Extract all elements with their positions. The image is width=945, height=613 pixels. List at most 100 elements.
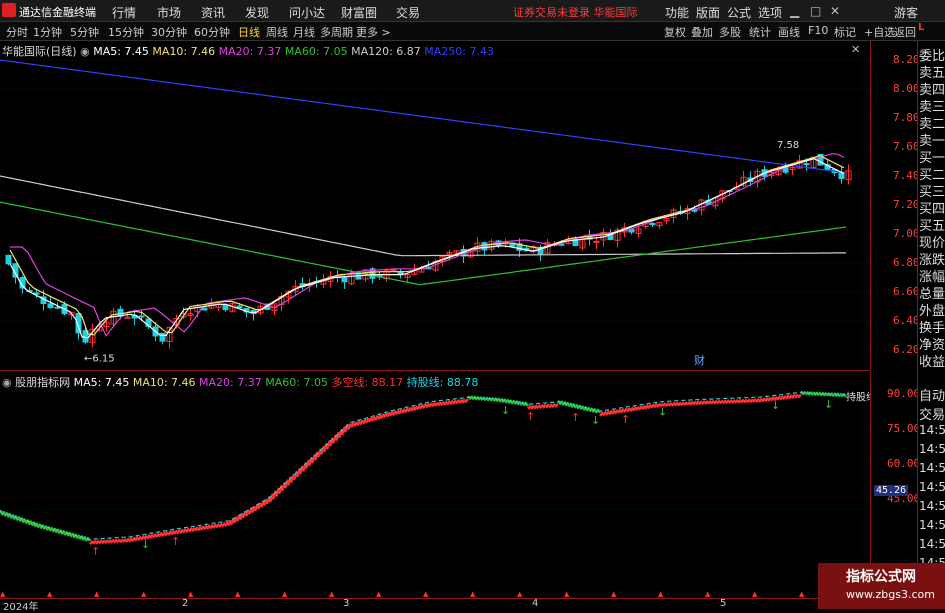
buy-arrow: ↑ bbox=[526, 410, 535, 423]
indicator-settings-icon[interactable]: ◉ bbox=[80, 45, 90, 58]
tool-mark[interactable]: 标记 bbox=[834, 24, 856, 40]
period-multi[interactable]: 多周期 bbox=[320, 24, 353, 40]
menu-ask[interactable]: 问小达 bbox=[289, 4, 325, 21]
indicator-bar bbox=[122, 538, 127, 544]
indicator-panel[interactable]: ↑ ↓ ↑ ↓ ↑ ↑ ↓ ↑ ↓ ↓ ↓ 持股线 ▲ ▲ ▲ ▲ ▲ ▲ ▲ ▲ ▲ ▲ ▲ ▲ ▲ ▲ ▲ ▲ ▲ ▲ ◉ 股朋指标网… bbox=[0, 372, 870, 598]
indicator-chart[interactable]: ↑ ↓ ↑ ↓ ↑ ↑ ↓ ↑ ↓ ↓ ↓ 持股线 ▲ ▲ ▲ ▲ ▲ ▲ ▲ ▲ ▲ ▲ ▲ ▲ ▲ ▲ ▲ ▲ ▲ ▲ bbox=[0, 372, 870, 598]
menu-trade[interactable]: 交易 bbox=[396, 4, 420, 21]
buy-arrow: ↑ bbox=[621, 413, 630, 426]
price-tick: 6.40 bbox=[893, 314, 920, 327]
menu-quotes[interactable]: 行情 bbox=[112, 4, 136, 21]
indicator-bar bbox=[440, 400, 445, 407]
menu-news[interactable]: 资讯 bbox=[201, 4, 225, 21]
period-daily[interactable]: 日线 bbox=[238, 24, 260, 40]
signal-mark: ▲ bbox=[282, 590, 288, 598]
guest-user[interactable]: 游客 bbox=[894, 4, 918, 21]
indicator-bar bbox=[791, 393, 796, 400]
indicator-bar bbox=[686, 400, 691, 406]
indicator-bar bbox=[104, 539, 109, 545]
menu-function[interactable]: 功能 bbox=[665, 4, 689, 21]
app-title: 通达信金融终端 bbox=[19, 6, 96, 19]
tool-adjust[interactable]: 复权 bbox=[664, 24, 686, 40]
main-kline-panel[interactable]: 7.58 ←6.15 财 华能国际(日线) ◉ MA5: 7.45 MA10: 7.… bbox=[0, 41, 870, 371]
indicator-settings-icon[interactable]: ◉ bbox=[2, 376, 12, 389]
signal-mark: ▲ bbox=[47, 590, 53, 598]
period-60min[interactable]: 60分钟 bbox=[194, 24, 230, 40]
indicator-bar bbox=[154, 532, 161, 538]
signal-mark: ▲ bbox=[752, 590, 758, 598]
login-notice[interactable]: 证券交易未登录 华能国际 bbox=[513, 4, 638, 20]
finance-marker: 财 bbox=[694, 353, 705, 367]
indicator-bar bbox=[491, 396, 496, 402]
indicator-bar bbox=[752, 398, 757, 404]
indicator-bar bbox=[683, 401, 688, 407]
indicator-tick: 90.00 bbox=[887, 387, 921, 400]
indicator-bar bbox=[701, 400, 706, 406]
period-15min[interactable]: 15分钟 bbox=[108, 24, 144, 40]
menu-formula[interactable]: 公式 bbox=[727, 4, 751, 21]
signal-mark: ▲ bbox=[564, 590, 570, 598]
period-5min[interactable]: 5分钟 bbox=[70, 24, 99, 40]
menu-discover[interactable]: 发现 bbox=[245, 4, 269, 21]
tool-f10[interactable]: F10 bbox=[808, 24, 828, 37]
indicator-bar bbox=[151, 532, 158, 539]
panel-l-icon[interactable]: L bbox=[918, 22, 924, 33]
menu-options[interactable]: 选项 bbox=[758, 4, 782, 21]
stock-name: 华能国际(日线) bbox=[2, 45, 77, 58]
candle-down bbox=[5, 254, 12, 265]
close-icon[interactable]: ✕ bbox=[830, 4, 840, 18]
period-30min[interactable]: 30分钟 bbox=[151, 24, 187, 40]
minimize-icon[interactable]: ▁ bbox=[790, 4, 799, 18]
signal-mark: ▲ bbox=[94, 590, 100, 598]
indicator-bar bbox=[218, 522, 223, 528]
period-1min[interactable]: 1分钟 bbox=[33, 24, 62, 40]
indicator-bar bbox=[434, 401, 439, 407]
indicator-bar bbox=[746, 398, 751, 404]
indicator-bar bbox=[215, 522, 220, 529]
signal-mark: ▲ bbox=[376, 590, 382, 598]
indicator-bar bbox=[452, 399, 457, 405]
period-more[interactable]: 更多 > bbox=[356, 24, 391, 40]
indicator-bar bbox=[779, 395, 784, 401]
indicator-bar bbox=[692, 400, 697, 406]
indicator-bar bbox=[638, 405, 643, 411]
indicator-bar bbox=[157, 531, 164, 538]
tool-back[interactable]: 返回 bbox=[894, 24, 916, 40]
indicator-bar bbox=[764, 396, 769, 403]
tool-multi-stock[interactable]: 多股 bbox=[719, 24, 741, 40]
indicator-bar bbox=[92, 539, 97, 545]
kline-chart[interactable]: 7.58 ←6.15 财 bbox=[0, 41, 870, 370]
indicator-bar bbox=[182, 528, 187, 534]
ma20-label: MA20: 7.37 bbox=[218, 45, 282, 58]
indicator-bar bbox=[89, 539, 94, 545]
tool-add-watchlist[interactable]: +自选 bbox=[864, 24, 895, 40]
indicator-name: 股朋指标网 bbox=[15, 376, 71, 389]
sell-arrow: ↓ bbox=[591, 414, 600, 427]
indicator-bar bbox=[758, 397, 763, 403]
menu-wealth[interactable]: 财富圈 bbox=[341, 4, 377, 21]
maximize-icon[interactable]: □ bbox=[810, 4, 821, 18]
low-marker: ←6.15 bbox=[84, 353, 115, 364]
main-title-row: 华能国际(日线) ◉ MA5: 7.45 MA10: 7.46 MA20: 7.… bbox=[2, 43, 494, 59]
indicator-bar bbox=[212, 523, 217, 529]
signal-mark: ▲ bbox=[658, 590, 664, 598]
date-tick: 5 bbox=[720, 598, 727, 609]
menu-layout[interactable]: 版面 bbox=[696, 4, 720, 21]
side-item-sub: 14:56 bbox=[919, 537, 945, 551]
indicator-bar bbox=[680, 401, 685, 407]
indicator-bar bbox=[635, 405, 640, 412]
period-weekly[interactable]: 周线 bbox=[266, 24, 288, 40]
signal-mark: ▲ bbox=[141, 590, 147, 598]
tool-draw[interactable]: 画线 bbox=[778, 24, 800, 40]
candle-down bbox=[54, 306, 61, 309]
period-tick[interactable]: 分时 bbox=[6, 24, 28, 40]
panel-close-icon[interactable]: ✕ bbox=[851, 43, 860, 56]
tool-stats[interactable]: 统计 bbox=[749, 24, 771, 40]
hold-line-label: 持股线: 88.78 bbox=[406, 376, 479, 389]
menu-market[interactable]: 市场 bbox=[157, 4, 181, 21]
sell-arrow: ↓ bbox=[771, 399, 780, 412]
period-monthly[interactable]: 月线 bbox=[293, 24, 315, 40]
indicator-bar bbox=[689, 400, 694, 406]
tool-overlay[interactable]: 叠加 bbox=[691, 24, 713, 40]
price-tick: 8.20 bbox=[893, 53, 920, 66]
